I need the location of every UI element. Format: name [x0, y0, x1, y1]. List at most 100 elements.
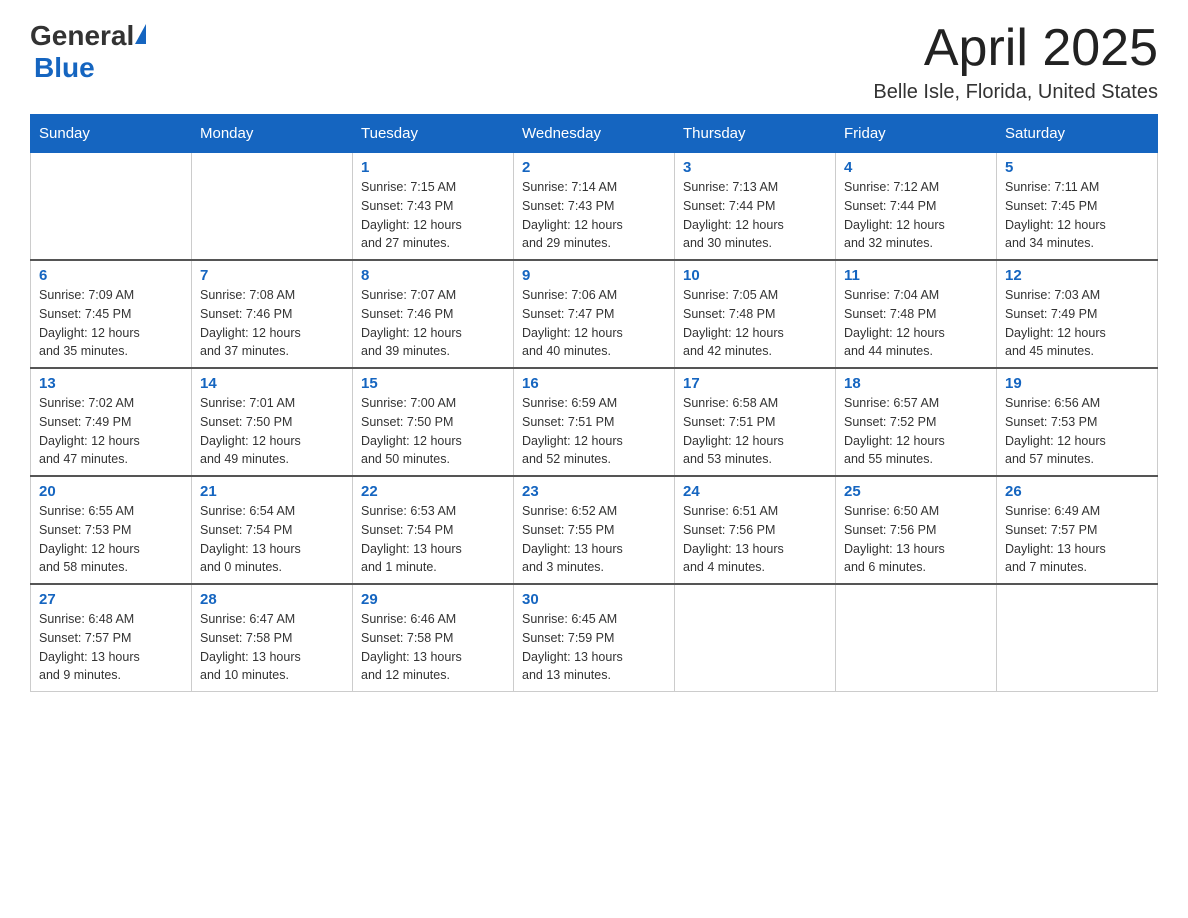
day-number: 5: [1005, 159, 1149, 176]
day-number: 3: [683, 159, 827, 176]
calendar-cell: 11 Sunrise: 7:04 AM Sunset: 7:48 PM Dayli…: [836, 260, 997, 368]
calendar-cell: 13 Sunrise: 7:02 AM Sunset: 7:49 PM Dayli…: [31, 368, 192, 476]
calendar-cell: 23Sunrise: 6:52 AM Sunset: 7:55 PM Dayli…: [514, 476, 675, 584]
day-of-week-header: Saturday: [997, 115, 1158, 153]
page-header: General Blue April 2025 Belle Isle, Flor…: [30, 20, 1158, 104]
day-info: Sunrise: 7:06 AM Sunset: 7:47 PM Dayligh…: [522, 286, 666, 361]
day-info: Sunrise: 6:56 AM Sunset: 7:53 PM Dayligh…: [1005, 394, 1149, 469]
calendar-cell: 27 Sunrise: 6:48 AM Sunset: 7:57 PM Dayli…: [31, 584, 192, 692]
day-number: 19: [1005, 375, 1149, 392]
day-number: 4: [844, 159, 988, 176]
calendar-cell: 6Sunrise: 7:09 AM Sunset: 7:45 PM Daylig…: [31, 260, 192, 368]
calendar-cell: 25 Sunrise: 6:50 AM Sunset: 7:56 PM Dayli…: [836, 476, 997, 584]
calendar-title: April 2025: [873, 20, 1158, 77]
calendar-cell: 28 Sunrise: 6:47 AM Sunset: 7:58 PM Dayli…: [192, 584, 353, 692]
day-of-week-header: Thursday: [675, 115, 836, 153]
day-info: Sunrise: 6:48 AM Sunset: 7:57 PM Dayligh…: [39, 610, 183, 685]
day-info: Sunrise: 7:11 AM Sunset: 7:45 PM Dayligh…: [1005, 178, 1149, 253]
calendar-cell: 24 Sunrise: 6:51 AM Sunset: 7:56 PM Dayli…: [675, 476, 836, 584]
day-info: Sunrise: 7:03 AM Sunset: 7:49 PM Dayligh…: [1005, 286, 1149, 361]
day-info: Sunrise: 7:05 AM Sunset: 7:48 PM Dayligh…: [683, 286, 827, 361]
calendar-cell: 29 Sunrise: 6:46 AM Sunset: 7:58 PM Dayli…: [353, 584, 514, 692]
day-info: Sunrise: 7:12 AM Sunset: 7:44 PM Dayligh…: [844, 178, 988, 253]
calendar-cell: [31, 153, 192, 261]
calendar-subtitle: Belle Isle, Florida, United States: [873, 81, 1158, 104]
calendar-cell: 20 Sunrise: 6:55 AM Sunset: 7:53 PM Dayli…: [31, 476, 192, 584]
calendar-cell: 1 Sunrise: 7:15 AM Sunset: 7:43 PM Daylig…: [353, 153, 514, 261]
day-number: 29: [361, 591, 505, 608]
day-of-week-header: Tuesday: [353, 115, 514, 153]
calendar-cell: 2Sunrise: 7:14 AM Sunset: 7:43 PM Daylig…: [514, 153, 675, 261]
day-number: 1: [361, 159, 505, 176]
day-info: Sunrise: 7:15 AM Sunset: 7:43 PM Dayligh…: [361, 178, 505, 253]
day-number: 6: [39, 267, 183, 284]
day-number: 12: [1005, 267, 1149, 284]
calendar-cell: 9Sunrise: 7:06 AM Sunset: 7:47 PM Daylig…: [514, 260, 675, 368]
day-info: Sunrise: 7:14 AM Sunset: 7:43 PM Dayligh…: [522, 178, 666, 253]
day-info: Sunrise: 6:45 AM Sunset: 7:59 PM Dayligh…: [522, 610, 666, 685]
day-number: 30: [522, 591, 666, 608]
calendar-week-row: 13 Sunrise: 7:02 AM Sunset: 7:49 PM Dayli…: [31, 368, 1158, 476]
day-info: Sunrise: 6:47 AM Sunset: 7:58 PM Dayligh…: [200, 610, 344, 685]
title-section: April 2025 Belle Isle, Florida, United S…: [873, 20, 1158, 104]
day-info: Sunrise: 6:57 AM Sunset: 7:52 PM Dayligh…: [844, 394, 988, 469]
calendar-cell: [192, 153, 353, 261]
day-info: Sunrise: 6:46 AM Sunset: 7:58 PM Dayligh…: [361, 610, 505, 685]
calendar-cell: 7Sunrise: 7:08 AM Sunset: 7:46 PM Daylig…: [192, 260, 353, 368]
calendar-table: SundayMondayTuesdayWednesdayThursdayFrid…: [30, 114, 1158, 692]
day-of-week-header: Friday: [836, 115, 997, 153]
day-of-week-header: Sunday: [31, 115, 192, 153]
day-number: 26: [1005, 483, 1149, 500]
day-number: 16: [522, 375, 666, 392]
day-number: 27: [39, 591, 183, 608]
calendar-cell: 17Sunrise: 6:58 AM Sunset: 7:51 PM Dayli…: [675, 368, 836, 476]
logo: General Blue: [30, 20, 146, 84]
day-info: Sunrise: 7:00 AM Sunset: 7:50 PM Dayligh…: [361, 394, 505, 469]
day-info: Sunrise: 6:49 AM Sunset: 7:57 PM Dayligh…: [1005, 502, 1149, 577]
day-number: 21: [200, 483, 344, 500]
calendar-cell: 14Sunrise: 7:01 AM Sunset: 7:50 PM Dayli…: [192, 368, 353, 476]
calendar-cell: 15 Sunrise: 7:00 AM Sunset: 7:50 PM Dayli…: [353, 368, 514, 476]
day-info: Sunrise: 6:54 AM Sunset: 7:54 PM Dayligh…: [200, 502, 344, 577]
calendar-cell: 22Sunrise: 6:53 AM Sunset: 7:54 PM Dayli…: [353, 476, 514, 584]
day-number: 17: [683, 375, 827, 392]
calendar-cell: 5 Sunrise: 7:11 AM Sunset: 7:45 PM Daylig…: [997, 153, 1158, 261]
day-number: 18: [844, 375, 988, 392]
calendar-cell: 16 Sunrise: 6:59 AM Sunset: 7:51 PM Dayli…: [514, 368, 675, 476]
day-of-week-header: Wednesday: [514, 115, 675, 153]
calendar-cell: 18 Sunrise: 6:57 AM Sunset: 7:52 PM Dayli…: [836, 368, 997, 476]
calendar-cell: [836, 584, 997, 692]
calendar-week-row: 1 Sunrise: 7:15 AM Sunset: 7:43 PM Daylig…: [31, 153, 1158, 261]
day-number: 10: [683, 267, 827, 284]
day-number: 14: [200, 375, 344, 392]
calendar-cell: 12 Sunrise: 7:03 AM Sunset: 7:49 PM Dayli…: [997, 260, 1158, 368]
calendar-week-row: 6Sunrise: 7:09 AM Sunset: 7:45 PM Daylig…: [31, 260, 1158, 368]
day-number: 11: [844, 267, 988, 284]
day-info: Sunrise: 6:55 AM Sunset: 7:53 PM Dayligh…: [39, 502, 183, 577]
day-number: 20: [39, 483, 183, 500]
day-info: Sunrise: 7:02 AM Sunset: 7:49 PM Dayligh…: [39, 394, 183, 469]
calendar-cell: 30 Sunrise: 6:45 AM Sunset: 7:59 PM Dayli…: [514, 584, 675, 692]
calendar-cell: 10 Sunrise: 7:05 AM Sunset: 7:48 PM Dayli…: [675, 260, 836, 368]
day-info: Sunrise: 6:50 AM Sunset: 7:56 PM Dayligh…: [844, 502, 988, 577]
calendar-cell: [997, 584, 1158, 692]
day-info: Sunrise: 6:59 AM Sunset: 7:51 PM Dayligh…: [522, 394, 666, 469]
day-number: 25: [844, 483, 988, 500]
day-number: 13: [39, 375, 183, 392]
calendar-cell: 3 Sunrise: 7:13 AM Sunset: 7:44 PM Daylig…: [675, 153, 836, 261]
day-number: 15: [361, 375, 505, 392]
day-info: Sunrise: 7:07 AM Sunset: 7:46 PM Dayligh…: [361, 286, 505, 361]
logo-general-text: General: [30, 20, 134, 52]
day-info: Sunrise: 7:13 AM Sunset: 7:44 PM Dayligh…: [683, 178, 827, 253]
calendar-cell: 8Sunrise: 7:07 AM Sunset: 7:46 PM Daylig…: [353, 260, 514, 368]
calendar-week-row: 27 Sunrise: 6:48 AM Sunset: 7:57 PM Dayli…: [31, 584, 1158, 692]
days-header-row: SundayMondayTuesdayWednesdayThursdayFrid…: [31, 115, 1158, 153]
logo-triangle-icon: [135, 24, 146, 44]
day-info: Sunrise: 7:04 AM Sunset: 7:48 PM Dayligh…: [844, 286, 988, 361]
day-number: 22: [361, 483, 505, 500]
day-number: 24: [683, 483, 827, 500]
calendar-cell: 21 Sunrise: 6:54 AM Sunset: 7:54 PM Dayli…: [192, 476, 353, 584]
day-info: Sunrise: 6:52 AM Sunset: 7:55 PM Dayligh…: [522, 502, 666, 577]
day-number: 28: [200, 591, 344, 608]
day-info: Sunrise: 6:51 AM Sunset: 7:56 PM Dayligh…: [683, 502, 827, 577]
